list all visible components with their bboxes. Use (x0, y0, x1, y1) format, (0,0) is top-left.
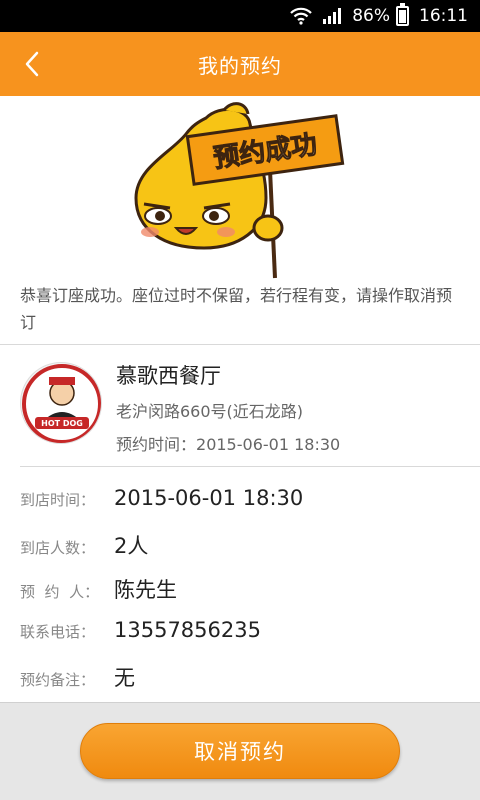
detail-label: 到店时间： (20, 491, 96, 509)
chevron-left-icon (25, 51, 39, 77)
detail-label: 到店人数： (20, 539, 96, 557)
battery-icon (396, 3, 409, 26)
cancel-reservation-button[interactable]: 取消预约 (80, 723, 400, 779)
detail-value: 2人 (114, 534, 149, 558)
detail-party-size: 到店人数： 2人 (20, 530, 460, 560)
detail-arrival-time: 到店时间： 2015-06-01 18:30 (20, 486, 460, 510)
detail-value: 13557856235 (114, 618, 261, 642)
detail-value: 陈先生 (114, 578, 177, 602)
reservation-time-value: 2015-06-01 18:30 (196, 435, 341, 454)
reservation-time: 预约时间：2015-06-01 18:30 (116, 431, 340, 455)
wifi-icon (290, 7, 312, 25)
detail-label: 预约备注： (20, 671, 96, 689)
battery-percent: 86% (352, 6, 390, 26)
signal-icon (322, 8, 342, 24)
success-mascot: 预约成功 (128, 100, 348, 280)
divider (20, 466, 480, 467)
bottom-action-bar: 取消预约 (0, 702, 480, 800)
reservation-time-label: 预约时间： (116, 435, 197, 454)
detail-label: 预 约 人： (20, 583, 100, 601)
detail-remarks: 预约备注： 无 (20, 662, 460, 692)
restaurant-address: 老沪闵路660号(近石龙路) (116, 402, 304, 421)
detail-reserver: 预 约 人： 陈先生 (20, 574, 460, 604)
detail-phone: 联系电话： 13557856235 (20, 618, 460, 642)
detail-value: 2015-06-01 18:30 (114, 486, 304, 510)
restaurant-logo: HOT DOG (20, 362, 102, 444)
detail-label: 联系电话： (20, 623, 96, 641)
status-bar: 86% 16:11 (0, 0, 480, 32)
app-header: 我的预约 (0, 32, 480, 96)
detail-value: 无 (114, 666, 135, 690)
svg-text:HOT DOG: HOT DOG (41, 419, 83, 428)
page-title: 我的预约 (198, 53, 282, 78)
success-notice: 恭喜订座成功。座位过时不保留，若行程有变，请操作取消预订 (20, 286, 453, 332)
divider (0, 344, 480, 345)
clock: 16:11 (419, 6, 468, 26)
restaurant-name: 慕歌西餐厅 (116, 364, 221, 388)
back-button[interactable] (14, 46, 50, 82)
